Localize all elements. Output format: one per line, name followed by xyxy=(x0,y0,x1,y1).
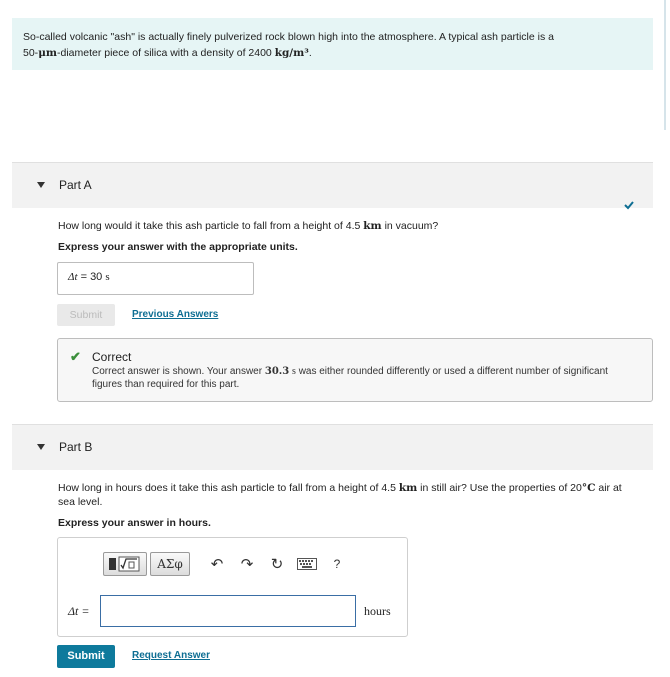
templates-icon xyxy=(109,556,140,572)
part-b-header[interactable]: Part B xyxy=(12,424,653,470)
problem-statement: So-called volcanic "ash" is actually fin… xyxy=(12,18,653,70)
collapse-triangle-icon[interactable] xyxy=(37,444,45,450)
equals-sign: = xyxy=(77,271,91,283)
answer-input[interactable] xyxy=(100,595,356,627)
km-unit: km xyxy=(398,482,418,494)
part-b-question: How long in hours does it take this ash … xyxy=(58,481,648,509)
collapse-triangle-icon[interactable] xyxy=(37,182,45,188)
feedback-text: Correct answer is shown. Your answer xyxy=(92,366,263,377)
help-button[interactable]: ? xyxy=(322,552,352,576)
part-b-instruction: Express your answer in hours. xyxy=(58,517,211,529)
micrometer-unit: μm xyxy=(38,47,57,59)
part-b-submit-button[interactable]: Submit xyxy=(57,645,115,668)
answer-value: 30 xyxy=(90,271,103,283)
question-text: in vacuum? xyxy=(384,220,439,232)
part-b-label: Part B xyxy=(59,440,93,454)
density-unit: kg/m³ xyxy=(274,47,309,59)
part-a-submit-button[interactable]: Submit xyxy=(57,304,115,326)
feedback-unit: s xyxy=(292,366,296,377)
part-a-header[interactable]: Part A xyxy=(12,162,653,208)
scroll-edge xyxy=(664,0,666,130)
math-toolbar: ΑΣφ ↶ ↷ ↻ ? xyxy=(103,552,352,576)
km-unit: km xyxy=(363,220,382,232)
answer-label: Δt = xyxy=(68,604,90,618)
question-text: in still air? Use the properties of 20 xyxy=(420,482,582,494)
celsius-unit: °C xyxy=(581,482,596,494)
question-text: sea level. xyxy=(58,496,103,508)
reset-icon[interactable]: ↻ xyxy=(262,552,292,576)
units-label: hours xyxy=(364,604,391,618)
keyboard-glyph xyxy=(297,558,317,570)
question-text: air at xyxy=(598,482,622,494)
part-a-question: How long would it take this ash particle… xyxy=(58,219,438,233)
part-a-label: Part A xyxy=(59,178,92,192)
part-a-complete-check-icon xyxy=(624,201,634,210)
part-a-answer-display: Δt = 30 s xyxy=(57,262,254,295)
problem-line-1: So-called volcanic "ash" is actually fin… xyxy=(23,31,554,43)
question-text: How long in hours does it take this ash … xyxy=(58,482,396,494)
feedback-message: Correct answer is shown. Your answer 30.… xyxy=(92,365,632,391)
part-a-feedback: ✔ Correct Correct answer is shown. Your … xyxy=(57,338,653,402)
problem-text: . xyxy=(308,47,312,59)
request-answer-link[interactable]: Request Answer xyxy=(132,650,210,661)
part-a-instruction: Express your answer with the appropriate… xyxy=(58,241,298,253)
templates-button[interactable] xyxy=(103,552,147,576)
correct-check-icon: ✔ xyxy=(70,349,81,364)
delta-t-symbol: Δt xyxy=(68,271,78,283)
redo-icon[interactable]: ↷ xyxy=(232,552,262,576)
question-text: How long would it take this ash particle… xyxy=(58,220,361,232)
problem-line-2: 50-μm-diameter piece of silica with a de… xyxy=(23,45,642,61)
undo-icon[interactable]: ↶ xyxy=(202,552,232,576)
previous-answers-link[interactable]: Previous Answers xyxy=(132,309,218,320)
feedback-value: 30.3 xyxy=(264,366,290,377)
answer-unit: s xyxy=(105,271,110,283)
keyboard-icon[interactable] xyxy=(292,552,322,576)
answer-editor: ΑΣφ ↶ ↷ ↻ ? Δt = hours xyxy=(57,537,408,637)
feedback-title: Correct xyxy=(92,350,132,364)
problem-text: 50- xyxy=(23,47,39,59)
problem-text: -diameter piece of silica with a density… xyxy=(56,47,272,59)
greek-symbols-button[interactable]: ΑΣφ xyxy=(150,552,190,576)
